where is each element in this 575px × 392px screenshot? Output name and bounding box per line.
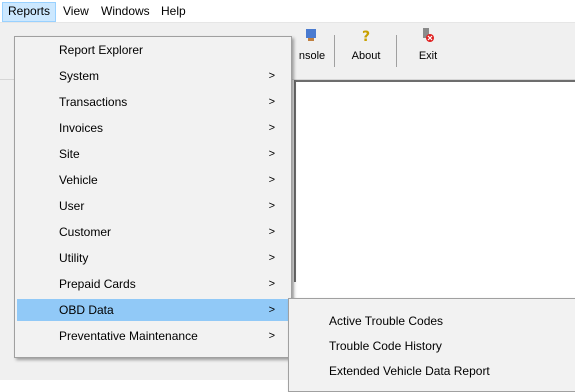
menu-windows[interactable]: Windows: [96, 2, 155, 20]
chevron-right-icon: >: [268, 70, 275, 82]
console-icon: [288, 27, 336, 49]
chevron-right-icon: >: [268, 148, 275, 160]
menu-item-label: Preventative Maintenance: [59, 329, 198, 343]
chevron-right-icon: >: [268, 278, 275, 290]
menu-item-site[interactable]: Site >: [17, 143, 289, 165]
exit-label: Exit: [418, 50, 438, 62]
menu-bar: Reports View Windows Help: [0, 0, 575, 23]
menu-view[interactable]: View: [58, 2, 94, 20]
menu-item-label: Vehicle: [59, 173, 98, 187]
menu-item-label: Prepaid Cards: [59, 277, 136, 291]
submenu-item-extended-vehicle-data-report[interactable]: Extended Vehicle Data Report: [291, 359, 575, 383]
chevron-right-icon: >: [268, 252, 275, 264]
menu-item-label: Site: [59, 147, 80, 161]
submenu-item-label: Extended Vehicle Data Report: [329, 364, 490, 378]
menu-item-prepaid-cards[interactable]: Prepaid Cards >: [17, 273, 289, 295]
chevron-right-icon: >: [268, 226, 275, 238]
chevron-right-icon: >: [268, 200, 275, 212]
menu-item-label: System: [59, 69, 100, 83]
chevron-right-icon: >: [268, 330, 275, 342]
console-label: nsole: [298, 50, 326, 62]
chevron-right-icon: >: [268, 122, 275, 134]
toolbar-separator: [334, 35, 335, 67]
toolbar-separator: [396, 35, 397, 67]
menu-item-label: OBD Data: [59, 303, 114, 317]
chevron-right-icon: >: [268, 174, 275, 186]
menu-item-preventative-maintenance[interactable]: Preventative Maintenance >: [17, 325, 289, 347]
submenu-item-trouble-code-history[interactable]: Trouble Code History: [291, 334, 575, 358]
menu-item-label: Transactions: [59, 95, 128, 109]
console-button[interactable]: nsole: [288, 27, 336, 71]
reports-dropdown-menu: Report Explorer System > Transactions > In…: [14, 36, 292, 358]
menu-item-user[interactable]: User >: [17, 195, 289, 217]
menu-item-report-explorer[interactable]: Report Explorer: [17, 39, 289, 61]
about-button[interactable]: ? About: [342, 27, 390, 71]
chevron-right-icon: >: [268, 304, 275, 316]
menu-item-label: Customer: [59, 225, 112, 239]
menu-item-label: Invoices: [59, 121, 104, 135]
menu-item-vehicle[interactable]: Vehicle >: [17, 169, 289, 191]
menu-item-utility[interactable]: Utility >: [17, 247, 289, 269]
menu-item-customer[interactable]: Customer >: [17, 221, 289, 243]
menu-item-obd-data[interactable]: OBD Data >: [17, 299, 289, 321]
menu-item-label: Utility: [59, 251, 89, 265]
obd-data-submenu: Active Trouble Codes Trouble Code Histor…: [288, 298, 575, 392]
exit-icon: [404, 27, 452, 49]
content-pane: [294, 80, 575, 282]
chevron-right-icon: >: [268, 96, 275, 108]
menu-item-invoices[interactable]: Invoices >: [17, 117, 289, 139]
submenu-item-active-trouble-codes[interactable]: Active Trouble Codes: [291, 309, 575, 333]
about-icon: ?: [342, 27, 390, 49]
submenu-item-label: Trouble Code History: [329, 339, 442, 353]
exit-button[interactable]: Exit: [404, 27, 452, 71]
about-label: About: [351, 50, 381, 62]
menu-reports[interactable]: Reports: [2, 2, 57, 22]
menu-item-label: Report Explorer: [59, 43, 144, 57]
menu-item-label: User: [59, 199, 85, 213]
submenu-item-label: Active Trouble Codes: [329, 314, 444, 328]
svg-text:?: ?: [362, 29, 370, 43]
menu-item-transactions[interactable]: Transactions >: [17, 91, 289, 113]
menu-item-system[interactable]: System >: [17, 65, 289, 87]
menu-help[interactable]: Help: [156, 2, 191, 20]
